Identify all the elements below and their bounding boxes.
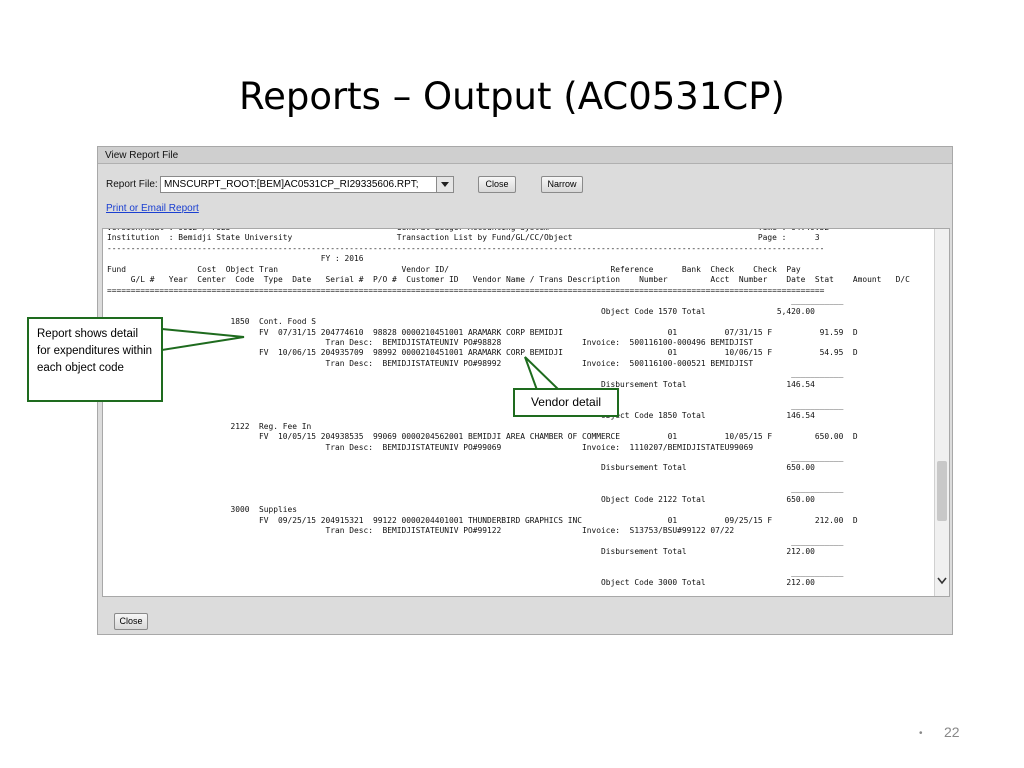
vendor-callout-pointer xyxy=(524,356,562,391)
vendor-callout: Vendor detail xyxy=(513,388,619,417)
footer-bullet: • xyxy=(919,728,923,739)
detail-callout: Report shows detail for expenditures wit… xyxy=(27,317,163,402)
detail-callout-pointer xyxy=(161,327,245,352)
page-number: 22 xyxy=(944,724,960,740)
